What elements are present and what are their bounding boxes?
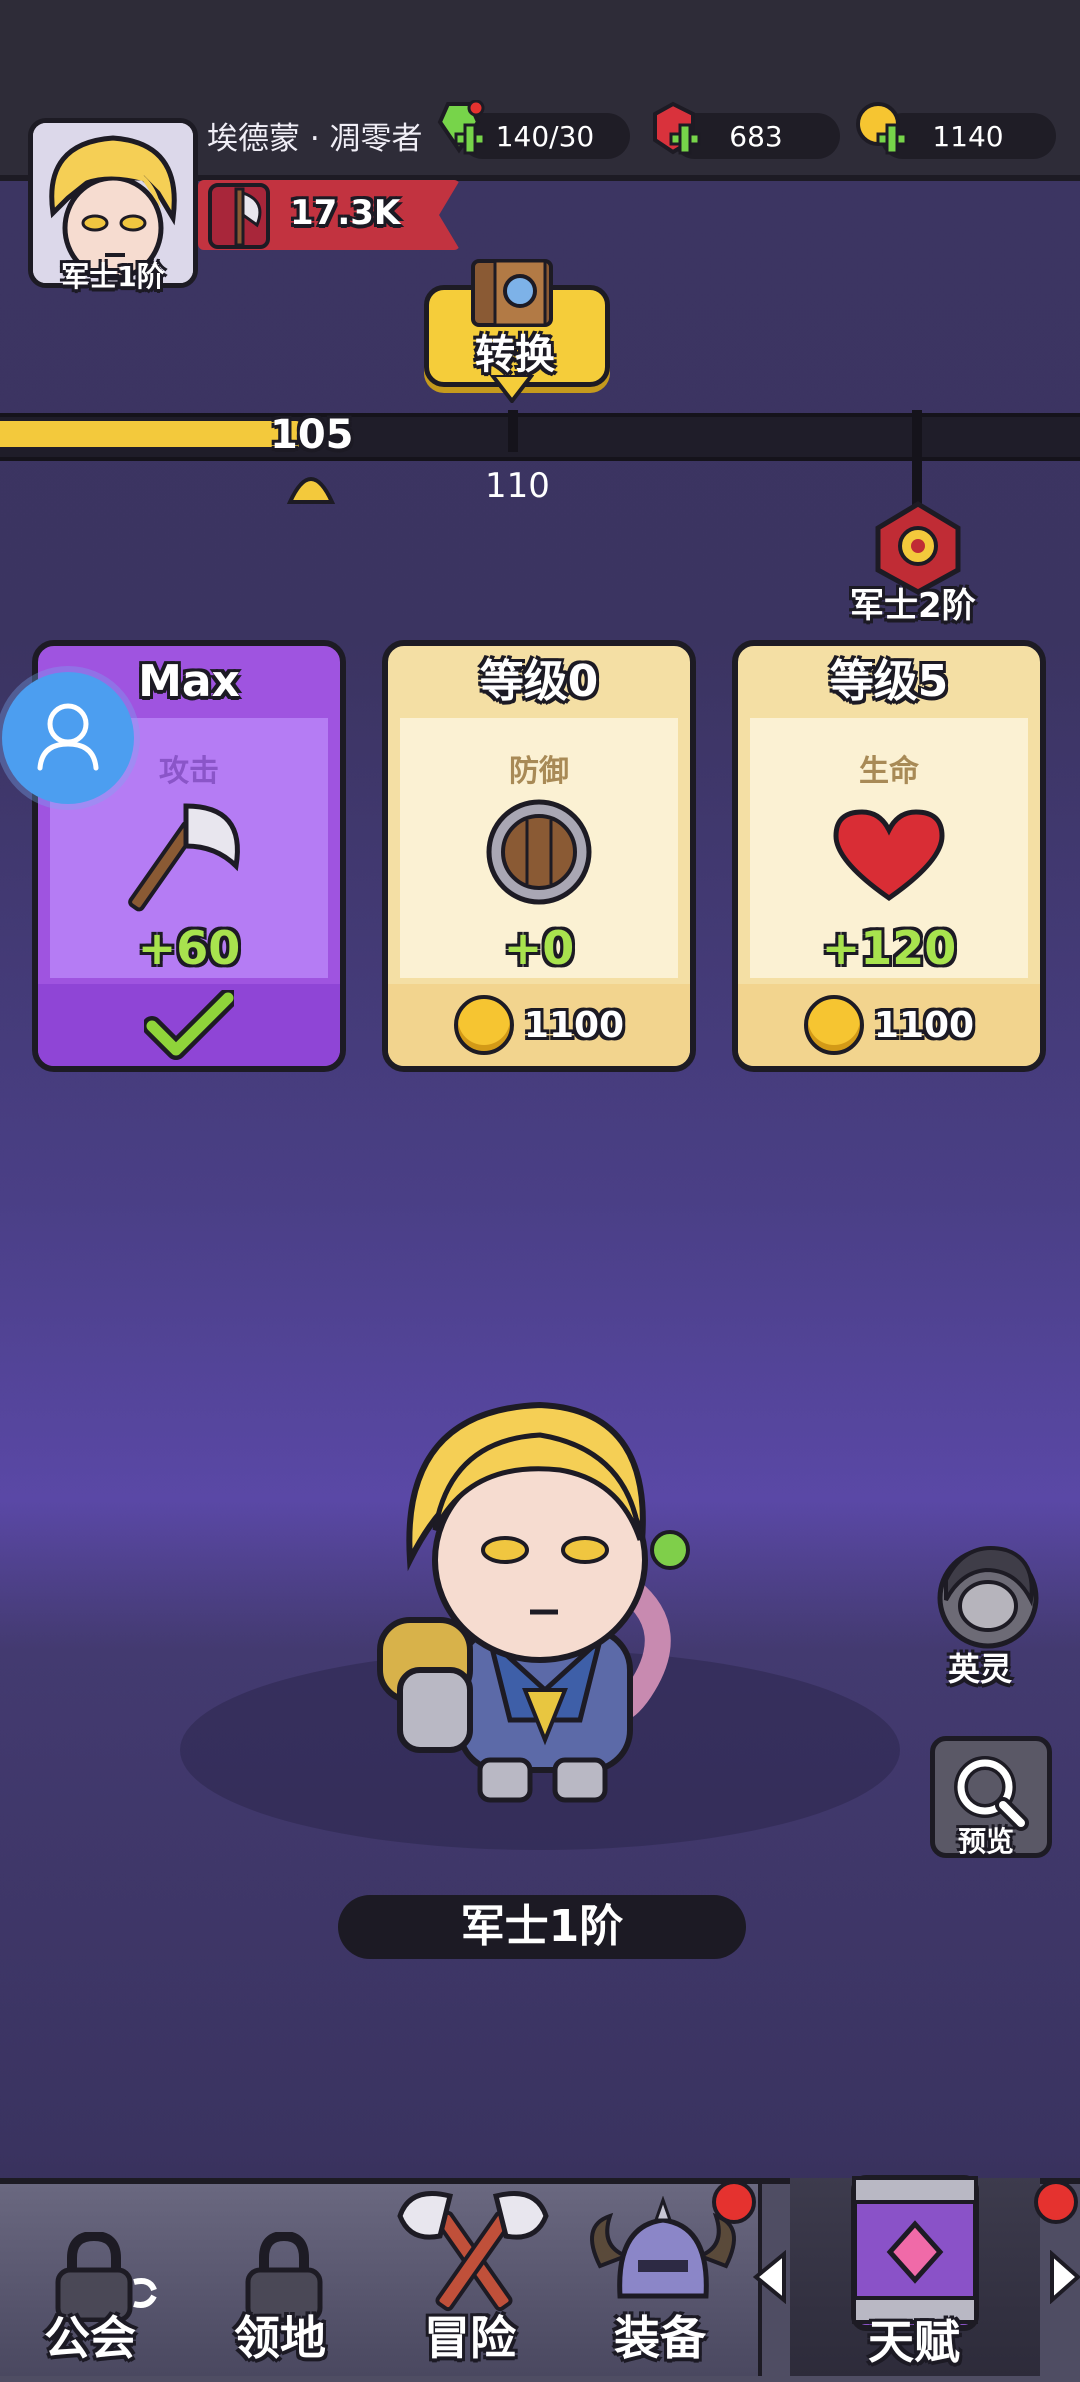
hero-character[interactable] (340, 1390, 740, 1810)
progress-tick-110 (508, 410, 518, 452)
nav-tab-talent[interactable]: 天赋 (790, 2175, 1040, 2376)
crossed-axes-icon (397, 2191, 549, 2312)
talent-notification-dot (1034, 2180, 1078, 2224)
card-footer (38, 984, 340, 1066)
checkmark-icon (144, 990, 234, 1060)
spirit-label: 英灵 (948, 1650, 1013, 1688)
card-bonus: +0 (503, 921, 575, 975)
nav-label-adventure: 冒险 (424, 2311, 516, 2365)
gold-coin-icon (856, 102, 908, 155)
progress-tick-milestone (912, 410, 922, 510)
level-progress-fill (0, 421, 302, 447)
nav-scroll-left-icon[interactable] (752, 2250, 788, 2304)
card-level: 等级0 (479, 656, 599, 707)
card-bonus: +60 (137, 921, 241, 975)
axe-badge-icon (208, 183, 270, 249)
floating-assistant-button[interactable] (2, 672, 134, 804)
defense-upgrade-card[interactable]: 等级0 防御 +0 1100 (382, 640, 696, 1072)
heart-icon (833, 809, 945, 902)
current-level-pointer-icon (286, 477, 336, 504)
next-level-marker: 110 (485, 466, 550, 506)
nav-label-equipment: 装备 (614, 2311, 706, 2365)
card-footer: 1100 (388, 984, 690, 1066)
nav-label-territory: 领地 (234, 2311, 326, 2365)
user-icon (37, 703, 99, 771)
convert-label: 转换 (475, 332, 555, 378)
energy-crystal-icon (437, 100, 486, 155)
ruby-gem-icon (653, 101, 701, 155)
gems-value: 683 (729, 119, 783, 153)
equipment-notification-dot (712, 2180, 756, 2224)
avatar-rank-label: 军士1阶 (61, 260, 165, 293)
hero-rank-label: 军士1阶 (338, 1895, 746, 1959)
energy-value: 140/30 (495, 119, 595, 153)
card-level: 等级5 (829, 656, 949, 707)
current-level-value: 105 (270, 412, 354, 458)
card-stat: 防御 (509, 754, 569, 789)
nav-tab-guild[interactable]: 公会 (0, 2184, 192, 2376)
nav-tab-adventure[interactable]: 冒险 (378, 2184, 572, 2376)
player-name: 埃德蒙 · 凋零者 (207, 121, 423, 157)
health-upgrade-card[interactable]: 等级5 生命 +120 1100 (732, 640, 1046, 1072)
upgrade-cost: 1100 (873, 1004, 975, 1046)
gold-coin-icon (803, 995, 864, 1055)
shield-icon (486, 799, 592, 905)
combat-power-value: 17.3K (290, 193, 401, 233)
preview-label: 预览 (958, 1825, 1015, 1858)
milestone-rank-label: 军士2阶 (850, 586, 976, 626)
card-footer: 1100 (738, 984, 1040, 1066)
nav-label-talent: 天赋 (868, 2315, 960, 2369)
nav-scroll-right-icon[interactable] (1048, 2250, 1080, 2304)
spirit-portrait-icon (937, 1546, 1039, 1649)
nav-tab-territory[interactable]: 领地 (188, 2184, 382, 2376)
gold-value: 1140 (932, 119, 1004, 153)
card-stat: 生命 (859, 754, 919, 789)
upgrade-cost: 1100 (523, 1004, 625, 1046)
nav-label-guild: 公会 (44, 2311, 136, 2365)
axe-icon (128, 803, 240, 912)
gold-coin-icon (453, 995, 514, 1055)
card-bonus: +120 (821, 921, 957, 975)
